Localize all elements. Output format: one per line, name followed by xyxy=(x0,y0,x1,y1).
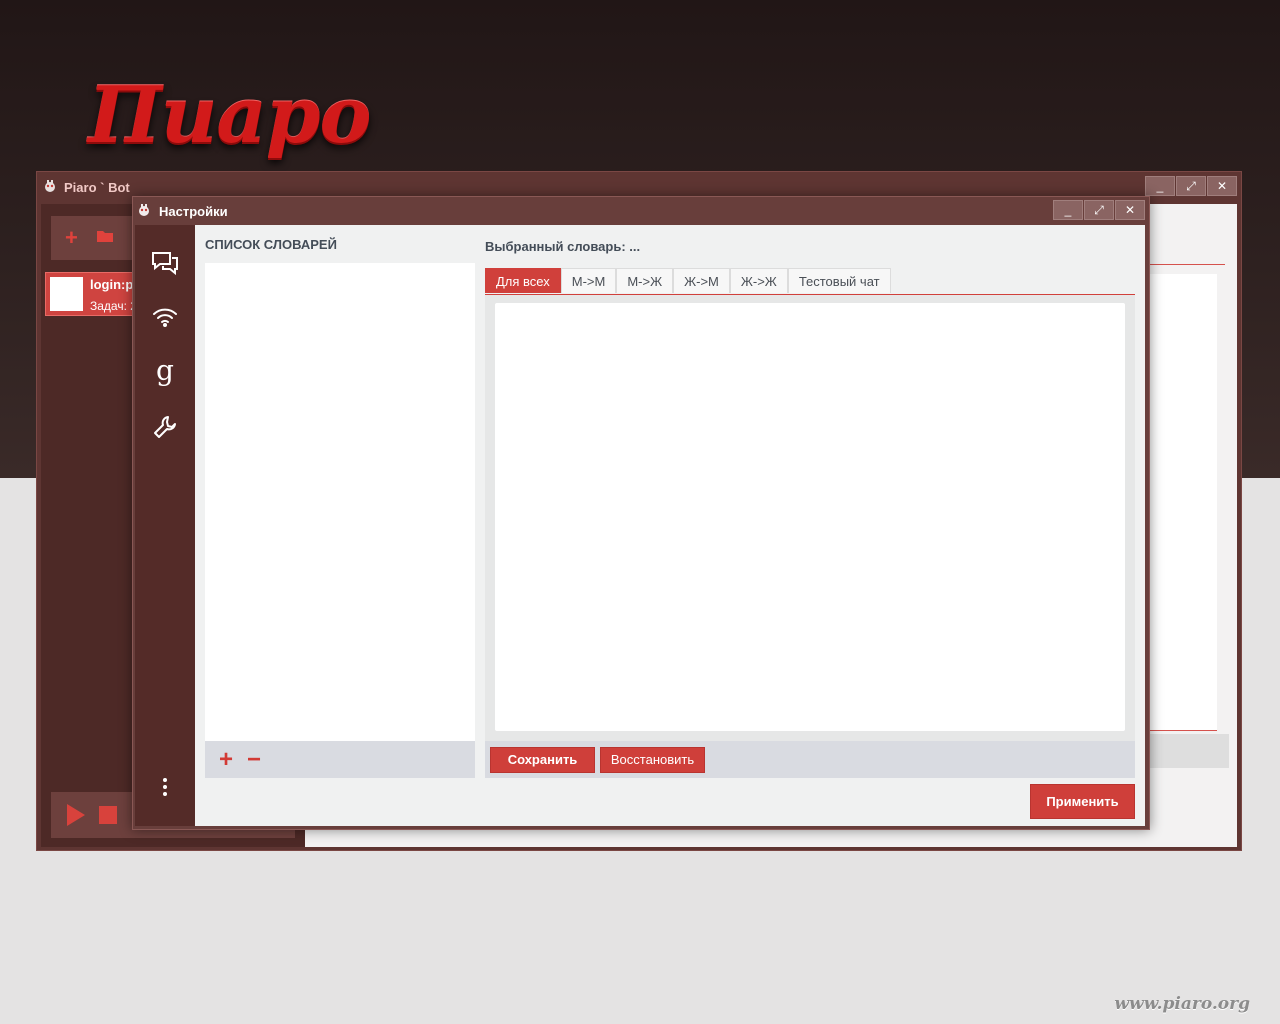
dictionaries-list[interactable] xyxy=(205,263,475,741)
save-button[interactable]: Сохранить xyxy=(490,746,595,773)
dictionaries-title: СПИСОК СЛОВАРЕЙ xyxy=(205,237,337,252)
editor-toolbar: Сохранить Восстановить xyxy=(485,741,1135,778)
tab-m-m[interactable]: М->М xyxy=(560,268,617,293)
add-dictionary-button[interactable]: + xyxy=(219,747,233,772)
main-divider xyxy=(1145,264,1225,265)
main-divider-bottom xyxy=(1145,730,1217,731)
main-title-text: Piaro ` Bot xyxy=(64,179,130,195)
restore-button[interactable]: Восстановить xyxy=(600,746,705,773)
google-icon[interactable]: g xyxy=(135,351,195,391)
settings-title: Настройки xyxy=(137,201,228,221)
selected-dictionary-title: Выбранный словарь: ... xyxy=(485,239,641,254)
avatar xyxy=(50,277,83,311)
main-maximize-button[interactable]: ⤢ xyxy=(1176,176,1206,196)
tab-all[interactable]: Для всех xyxy=(485,268,561,293)
dictionary-tabs: Для всех М->М М->Ж Ж->М Ж->Ж Тестовый ча… xyxy=(485,268,1135,295)
settings-sidebar: g xyxy=(135,225,195,826)
settings-window-controls: _ ⤢ ✕ xyxy=(1053,200,1145,220)
editor-panel xyxy=(485,295,1135,741)
main-window-title: Piaro ` Bot xyxy=(43,178,130,196)
tab-test-chat[interactable]: Тестовый чат xyxy=(787,268,891,293)
main-window-controls: _ ⤢ ✕ xyxy=(1145,176,1237,196)
main-bottom-bar xyxy=(1145,734,1229,768)
play-icon[interactable] xyxy=(67,804,85,826)
add-account-icon[interactable]: + xyxy=(65,227,78,249)
chat-icon[interactable] xyxy=(135,243,195,283)
apply-button[interactable]: Применить xyxy=(1030,784,1135,819)
main-close-button[interactable]: ✕ xyxy=(1207,176,1237,196)
wifi-icon[interactable] xyxy=(135,297,195,337)
remove-dictionary-button[interactable]: − xyxy=(247,747,261,772)
main-content-panel xyxy=(1145,274,1217,730)
settings-close-button[interactable]: ✕ xyxy=(1115,200,1145,220)
bot-icon xyxy=(43,179,57,196)
settings-content: СПИСОК СЛОВАРЕЙ + − Выбранный словарь: .… xyxy=(195,225,1145,826)
tab-f-m[interactable]: Ж->М xyxy=(673,268,730,293)
piaro-logo: Пиаро xyxy=(88,70,372,161)
bot-icon xyxy=(137,203,151,220)
wrench-icon[interactable] xyxy=(135,407,195,447)
dictionary-editor[interactable] xyxy=(495,303,1125,731)
stop-icon[interactable] xyxy=(99,806,117,824)
more-icon[interactable] xyxy=(135,767,195,807)
dictionaries-toolbar: + − xyxy=(205,741,475,778)
settings-minimize-button[interactable]: _ xyxy=(1053,200,1083,220)
settings-maximize-button[interactable]: ⤢ xyxy=(1084,200,1114,220)
watermark: www.piaro.org xyxy=(1114,994,1250,1014)
settings-title-text: Настройки xyxy=(159,203,228,219)
main-minimize-button[interactable]: _ xyxy=(1145,176,1175,196)
tab-m-f[interactable]: М->Ж xyxy=(616,268,674,293)
folder-icon[interactable] xyxy=(96,229,114,248)
tab-f-f[interactable]: Ж->Ж xyxy=(729,268,788,293)
settings-dialog: Настройки _ ⤢ ✕ g СПИСОК СЛОВАРЕЙ + − Вы… xyxy=(132,196,1150,830)
account-login: login:p xyxy=(90,277,134,292)
account-tasks: Задач: 2 xyxy=(90,299,137,313)
